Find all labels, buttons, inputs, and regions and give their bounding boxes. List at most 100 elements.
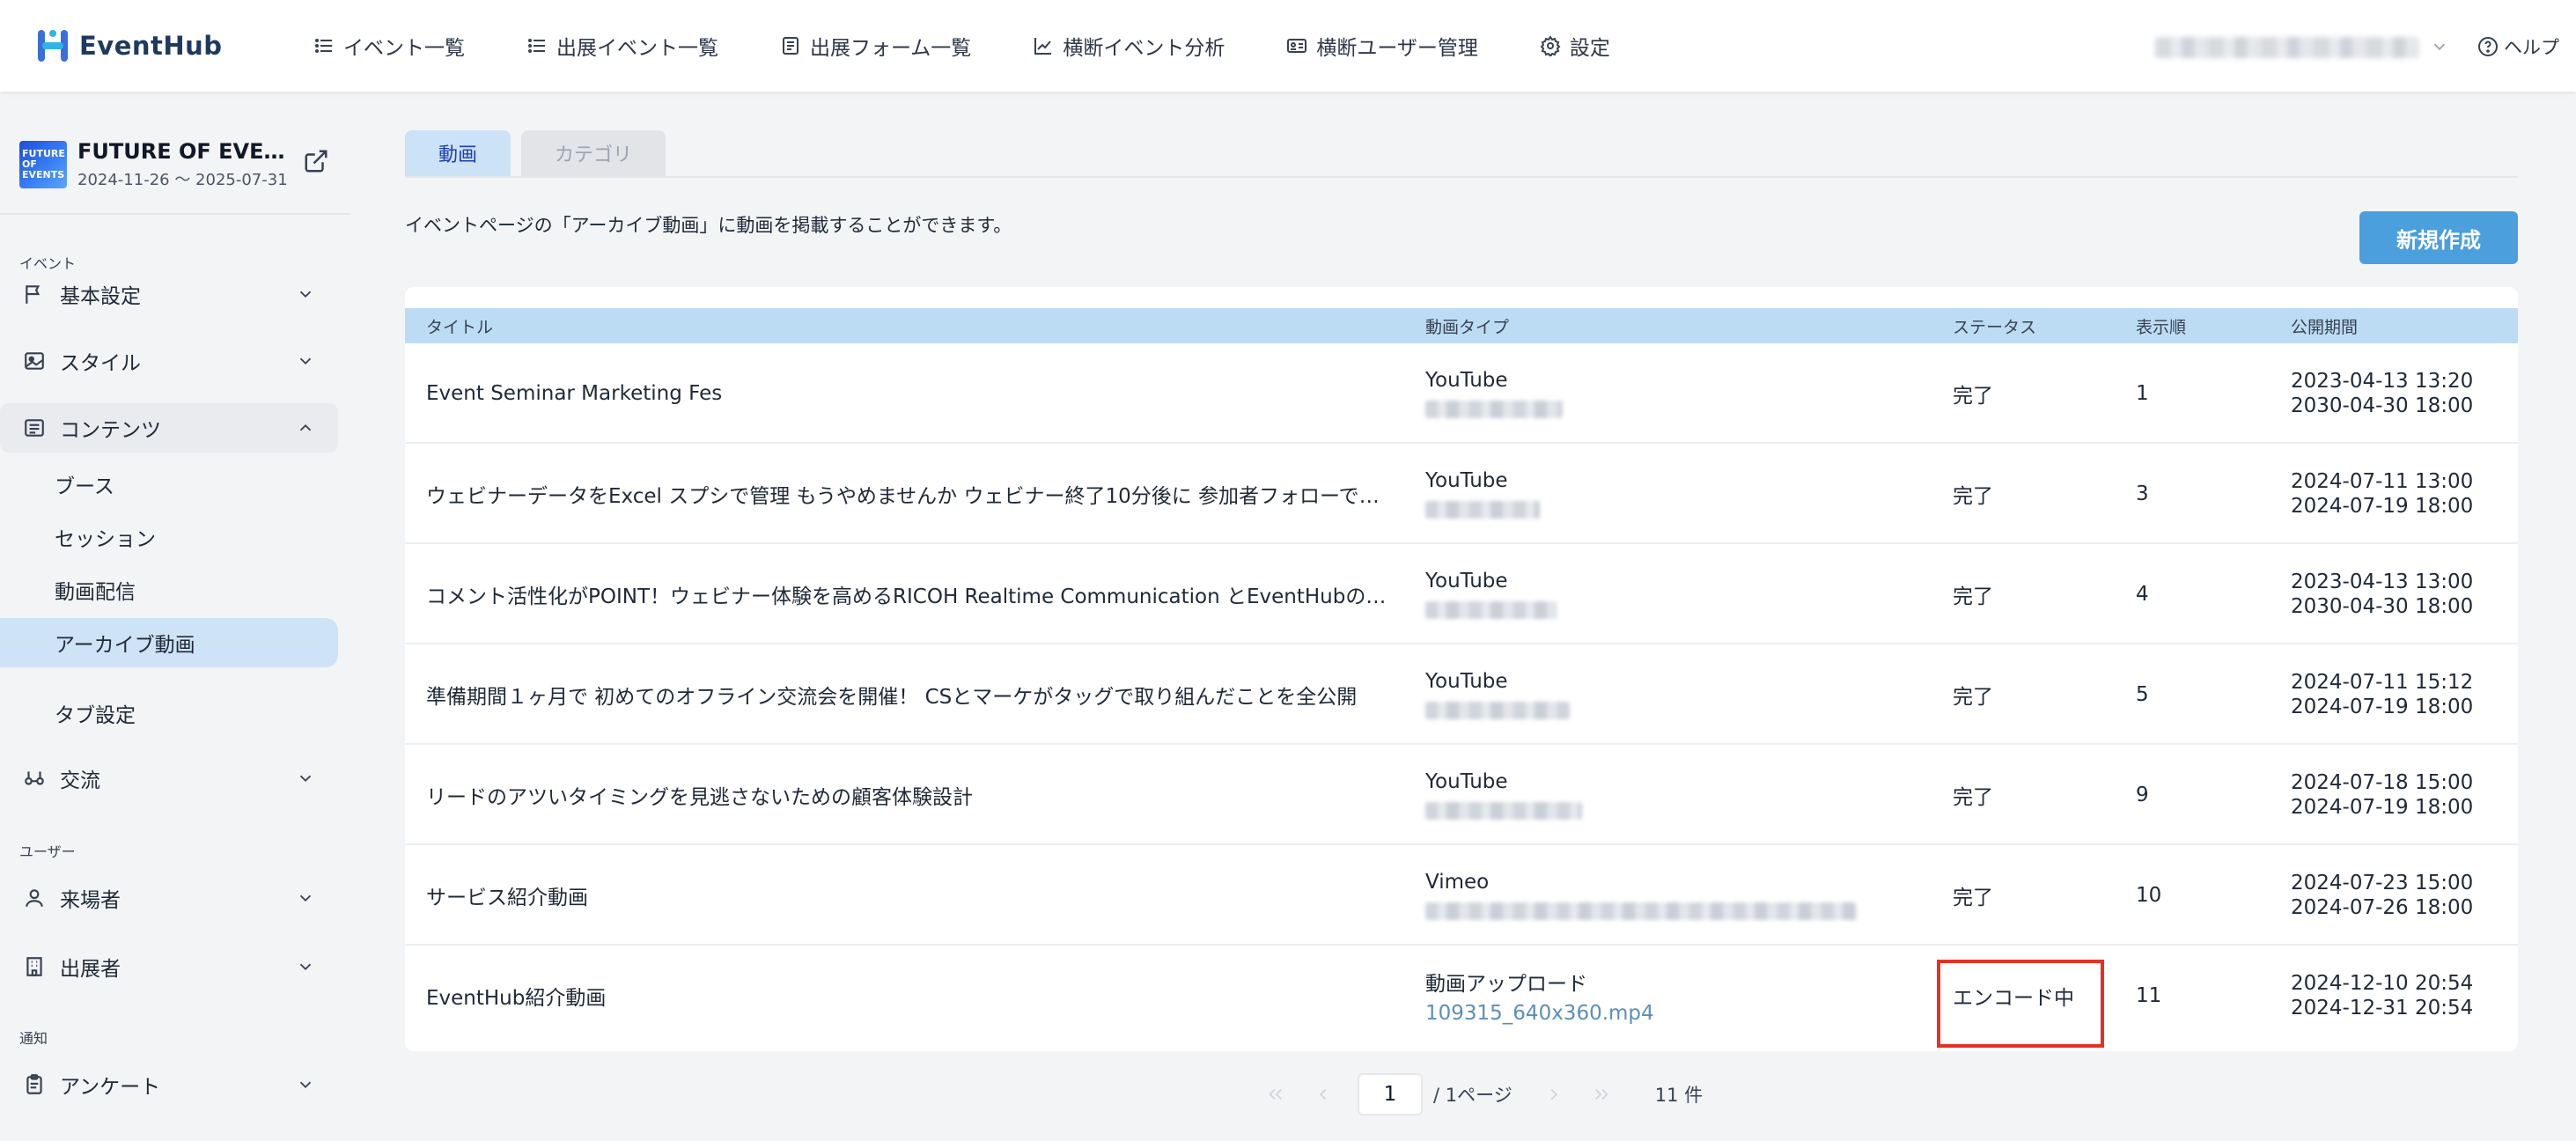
sidebar-subitem-session[interactable]: セッション	[0, 512, 338, 562]
row-order: 5	[2136, 683, 2149, 706]
chevron-left-icon	[1319, 1088, 1327, 1101]
period-end: 2024-07-26 18:00	[2291, 896, 2474, 919]
nav-cross-user-management-label: 横断ユーザー管理	[1316, 37, 1478, 60]
sidebar-subitem-archive-video[interactable]: アーカイブ動画	[0, 618, 338, 667]
help-label: ヘルプ	[2504, 37, 2559, 58]
row-status: 完了	[1953, 686, 1993, 709]
row-title: 準備期間１ヶ月で 初めてのオフライン交流会を開催！ CSとマーケがタッグで取り組…	[426, 644, 1395, 745]
list-icon	[528, 39, 545, 53]
period-start: 2024-12-10 20:54	[2291, 972, 2474, 995]
row-title: コメント活性化がPOINT！ウェビナー体験を高めるRICOH Realtime …	[426, 544, 1395, 644]
tab-video[interactable]: 動画	[405, 130, 512, 176]
page-number-input[interactable]	[1358, 1073, 1423, 1115]
row-video-type: YouTube	[1425, 644, 1918, 745]
external-link-icon[interactable]	[303, 148, 329, 174]
video-url-redacted	[1425, 501, 1540, 519]
prev-page-button[interactable]	[1310, 1081, 1336, 1108]
video-type-name: YouTube	[1425, 670, 1508, 693]
sidebar-subitem-streaming[interactable]: 動画配信	[0, 565, 338, 615]
row-status: 完了	[1953, 585, 1993, 608]
row-video-type: YouTube	[1425, 343, 1918, 444]
sidebar: FUTURE OF EVENTS FUTURE OF EVEN… 2024-11…	[0, 92, 352, 1141]
column-header-period: 公開期間	[2291, 317, 2359, 337]
sidebar-item-exhibitor[interactable]: 出展者	[0, 942, 338, 991]
help-circle-icon	[2478, 37, 2498, 56]
page-description: イベントページの「アーカイブ動画」に動画を掲載することができます。	[405, 215, 1012, 236]
sidebar-item-label: コンテンツ	[60, 419, 161, 442]
table-row[interactable]: コメント活性化がPOINT！ウェビナー体験を高めるRICOH Realtime …	[405, 544, 2518, 644]
period-end: 2024-07-19 18:00	[2291, 696, 2474, 718]
exchange-icon	[25, 771, 44, 785]
video-type-name: YouTube	[1425, 770, 1508, 793]
user-account-menu[interactable]	[2155, 37, 2419, 58]
period-start: 2023-04-13 13:00	[2291, 570, 2474, 593]
row-title-text: 準備期間１ヶ月で 初めてのオフライン交流会を開催！ CSとマーケがタッグで取り組…	[426, 686, 1358, 709]
column-header-status: ステータス	[1953, 317, 2037, 337]
sidebar-item-label: 交流	[60, 769, 100, 792]
row-title-text: コメント活性化がPOINT！ウェビナー体験を高めるRICOH Realtime …	[426, 585, 1395, 608]
period-start: 2024-07-11 15:12	[2291, 671, 2474, 694]
nav-cross-user-management[interactable]: 横断ユーザー管理	[1286, 26, 1478, 65]
sidebar-item-style[interactable]: スタイル	[0, 336, 338, 386]
nav-exhibit-event-list-label: 出展イベント一覧	[556, 37, 718, 60]
sidebar-item-exchange[interactable]: 交流	[0, 754, 338, 803]
nav-settings[interactable]: 設定	[1540, 26, 1610, 65]
period-end: 2024-07-19 18:00	[2291, 495, 2474, 518]
top-header: EventHub イベント一覧 出展イベント一覧 出展フォーム一覧 横断イベント…	[0, 0, 2576, 92]
tab-category[interactable]: カテゴリ	[521, 130, 666, 176]
table-row[interactable]: 準備期間１ヶ月で 初めてのオフライン交流会を開催！ CSとマーケがタッグで取り組…	[405, 644, 2518, 745]
table-row[interactable]: EventHub紹介動画 動画アップロード 109315_640x360.mp4…	[405, 946, 2518, 1046]
table-row[interactable]: リードのアツいタイミングを見逃さないための顧客体験設計 YouTube 完了 9…	[405, 745, 2518, 845]
sidebar-subitem-tab-settings[interactable]: タブ設定	[0, 688, 338, 738]
sidebar-item-survey[interactable]: アンケート	[0, 1060, 338, 1109]
chevrons-right-icon	[1594, 1088, 1608, 1101]
row-title: ウェビナーデータをExcel スプシで管理 もうやめませんか ウェビナー終了10…	[426, 444, 1395, 544]
page-total: / 1ページ	[1433, 1085, 1512, 1106]
period-end: 2030-04-30 18:00	[2291, 595, 2474, 618]
row-video-type: Vimeo	[1425, 845, 1918, 946]
help-link[interactable]: ヘルプ	[2477, 33, 2559, 60]
period-start: 2024-07-11 13:00	[2291, 470, 2474, 493]
sidebar-subitem-booth[interactable]: ブース	[0, 460, 338, 509]
first-page-button[interactable]	[1262, 1081, 1289, 1108]
table-row[interactable]: サービス紹介動画 Vimeo 完了 10 2024-07-23 15:00 20…	[405, 845, 2518, 946]
period-start: 2023-04-13 13:20	[2291, 370, 2474, 393]
create-new-button[interactable]: 新規作成	[2359, 211, 2518, 264]
last-page-button[interactable]	[1588, 1081, 1615, 1108]
next-page-button[interactable]	[1541, 1081, 1567, 1108]
nav-exhibit-event-list[interactable]: 出展イベント一覧	[526, 26, 718, 65]
period-start: 2024-07-18 15:00	[2291, 771, 2474, 794]
table-row[interactable]: Event Seminar Marketing Fes YouTube 完了 1…	[405, 343, 2518, 444]
sidebar-item-contents[interactable]: コンテンツ	[0, 403, 338, 453]
main-nav: イベント一覧 出展イベント一覧 出展フォーム一覧 横断イベント分析 横断ユーザー…	[313, 26, 1672, 65]
nav-cross-event-analysis[interactable]: 横断イベント分析	[1033, 26, 1225, 65]
nav-exhibit-form-list[interactable]: 出展フォーム一覧	[780, 26, 971, 65]
period-end: 2024-12-31 20:54	[2291, 997, 2474, 1020]
content-list-icon	[25, 419, 44, 437]
video-type-name: YouTube	[1425, 469, 1508, 492]
chevron-down-icon	[299, 775, 312, 783]
nav-cross-event-analysis-label: 横断イベント分析	[1063, 37, 1225, 60]
video-url-redacted	[1425, 601, 1557, 619]
row-period: 2023-04-13 13:00 2030-04-30 18:00	[2291, 544, 2511, 644]
chevron-down-icon	[299, 1081, 312, 1089]
content-tabs: 動画 カテゴリ	[405, 130, 676, 176]
nav-event-list[interactable]: イベント一覧	[313, 26, 465, 65]
sidebar-item-visitor[interactable]: 来場者	[0, 873, 338, 923]
row-order: 3	[2136, 482, 2149, 505]
event-date-range: 2024-11-26 〜 2025-07-31	[77, 171, 288, 189]
row-order: 9	[2136, 784, 2149, 806]
chevron-down-icon	[299, 291, 312, 298]
app-logo[interactable]: EventHub	[35, 25, 223, 67]
row-title: EventHub紹介動画	[426, 946, 1395, 1046]
table-row[interactable]: ウェビナーデータをExcel スプシで管理 もうやめませんか ウェビナー終了10…	[405, 444, 2518, 544]
row-video-type: YouTube	[1425, 544, 1918, 644]
row-period: 2024-07-11 13:00 2024-07-19 18:00	[2291, 444, 2511, 544]
video-url-redacted	[1425, 401, 1563, 418]
row-status: 完了	[1953, 485, 1993, 508]
row-period: 2024-07-18 15:00 2024-07-19 18:00	[2291, 745, 2511, 845]
chevron-down-icon[interactable]	[2430, 37, 2449, 56]
sidebar-item-basic-settings[interactable]: 基本設定	[0, 269, 338, 319]
table-header: タイトル 動画タイプ ステータス 表示順 公開期間	[405, 308, 2518, 343]
video-type-name: 動画アップロード	[1425, 973, 1587, 996]
